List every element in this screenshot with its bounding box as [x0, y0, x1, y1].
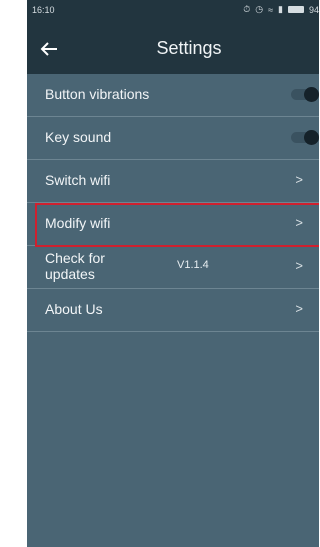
title-bar: Settings	[27, 24, 319, 74]
setting-key-sound[interactable]: Key sound	[27, 117, 319, 160]
setting-label: About Us	[45, 301, 103, 317]
chevron-right-icon: >	[295, 258, 303, 273]
battery-icon	[287, 6, 304, 13]
settings-list: Button vibrations Key sound Switch wifi …	[27, 74, 319, 332]
setting-label: Button vibrations	[45, 86, 150, 102]
chevron-right-icon: >	[295, 301, 303, 316]
phone-screen: 16:10 ⏱ ◷ ≈ ▮ 94 Settings Button vibrati…	[27, 0, 319, 547]
chevron-right-icon: >	[295, 215, 303, 230]
setting-label: Check for updates	[45, 250, 105, 282]
setting-check-for-updates[interactable]: Check for updates V1.1.4 >	[27, 246, 319, 289]
clock-icon: ◷	[255, 4, 264, 14]
status-bar: 16:10 ⏱ ◷ ≈ ▮ 94	[27, 0, 319, 24]
setting-switch-wifi[interactable]: Switch wifi >	[27, 160, 319, 203]
status-time: 16:10	[32, 5, 55, 15]
setting-label: Key sound	[45, 129, 112, 145]
setting-modify-wifi[interactable]: Modify wifi >	[27, 203, 319, 247]
alarm-icon: ⏱	[243, 4, 251, 14]
setting-label: Modify wifi	[45, 215, 111, 231]
chevron-right-icon: >	[295, 172, 303, 187]
page-title: Settings	[156, 38, 222, 58]
wifi-icon: ≈	[268, 4, 274, 15]
setting-label: Switch wifi	[45, 172, 111, 188]
battery-level: 94	[308, 4, 319, 15]
app-version: V1.1.4	[177, 259, 209, 271]
button-vibrations-toggle[interactable]	[291, 87, 319, 102]
signal-icon: ▮	[278, 4, 283, 14]
toggle-knob	[304, 130, 319, 145]
status-icons: ⏱ ◷ ≈ ▮ 94	[243, 4, 319, 15]
setting-about-us[interactable]: About Us >	[27, 289, 319, 332]
setting-button-vibrations[interactable]: Button vibrations	[27, 74, 319, 117]
key-sound-toggle[interactable]	[291, 130, 319, 145]
toggle-knob	[304, 87, 319, 102]
